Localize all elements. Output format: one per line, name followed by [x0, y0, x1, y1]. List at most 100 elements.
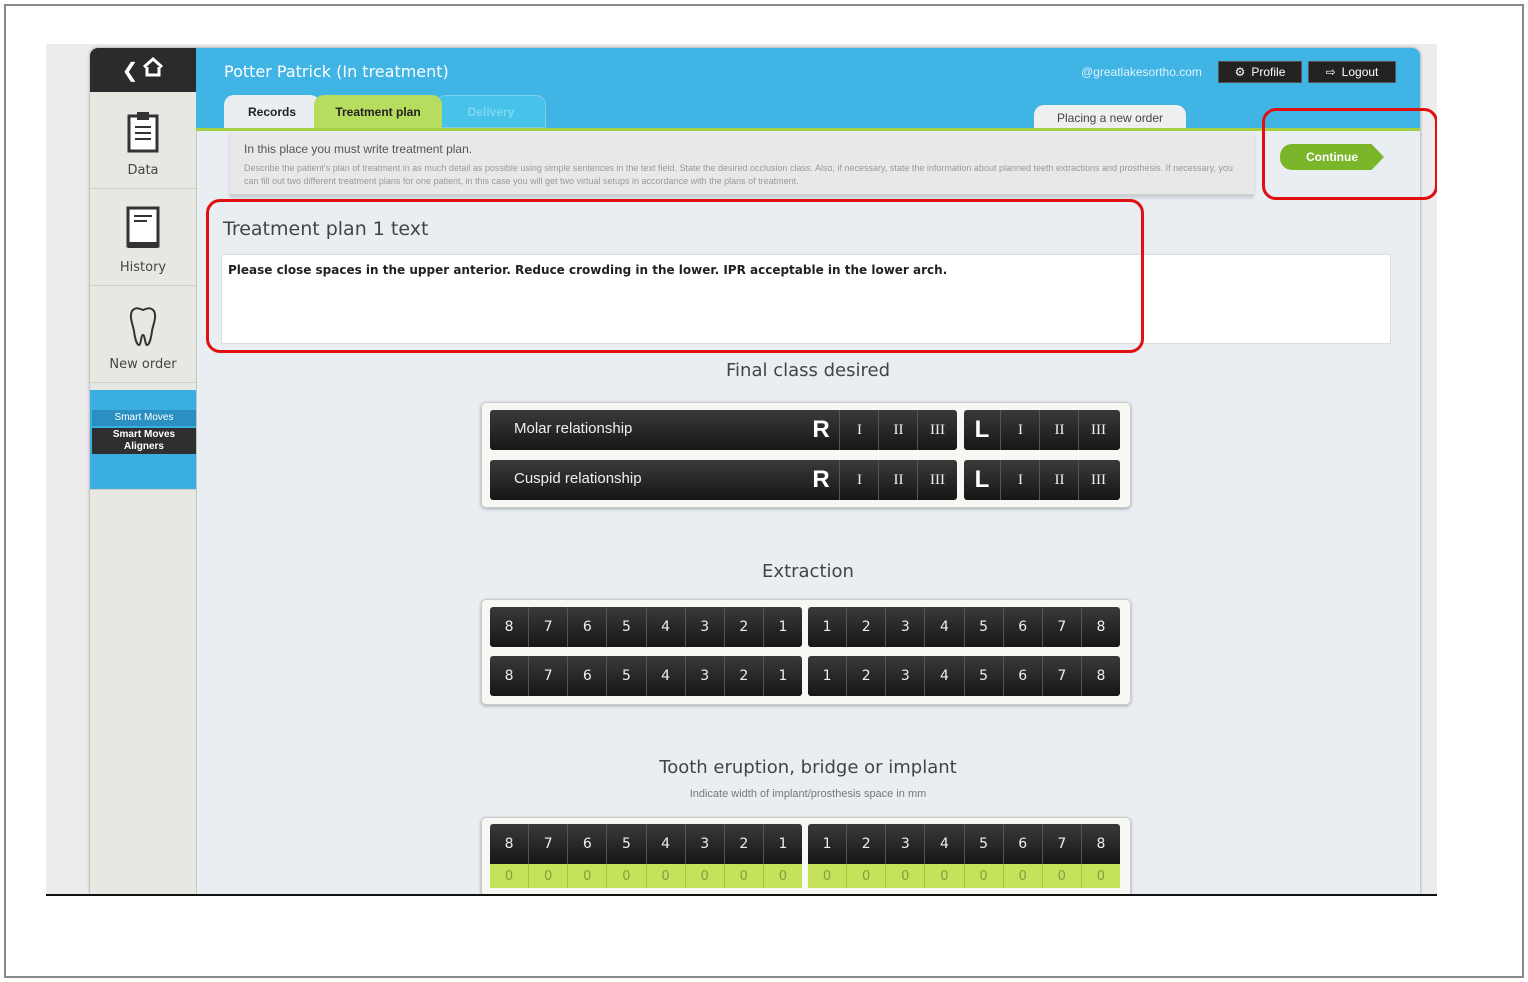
- header: Potter Patrick (In treatment) @greatlake…: [196, 48, 1420, 131]
- tooth-button[interactable]: 1: [808, 607, 846, 647]
- divider: [90, 489, 196, 490]
- width-input[interactable]: 0: [567, 864, 606, 888]
- class-option-right-ii[interactable]: II: [878, 460, 918, 500]
- tooth-button[interactable]: 6: [1002, 824, 1042, 864]
- tab-delivery[interactable]: Delivery: [436, 95, 546, 128]
- tooth-button[interactable]: 8: [490, 824, 528, 864]
- smart-moves-link[interactable]: Smart Moves: [92, 410, 196, 426]
- class-option-left-i[interactable]: I: [1000, 460, 1040, 500]
- profile-button[interactable]: ⚙ Profile: [1218, 61, 1302, 83]
- class-option-left-ii[interactable]: II: [1039, 460, 1079, 500]
- tooth-button[interactable]: 6: [567, 824, 606, 864]
- width-input[interactable]: 0: [528, 864, 567, 888]
- sidebar-item-data[interactable]: Data: [90, 92, 196, 189]
- tooth-button[interactable]: 2: [846, 824, 885, 864]
- tooth-button[interactable]: 1: [808, 656, 846, 696]
- tooth-button[interactable]: 4: [645, 656, 685, 696]
- class-option-right-i[interactable]: I: [839, 410, 879, 450]
- logout-button[interactable]: ⇨ Logout: [1308, 61, 1396, 83]
- width-input[interactable]: 0: [963, 864, 1003, 888]
- tooth-button[interactable]: 6: [567, 607, 606, 647]
- tooth-button[interactable]: 2: [723, 824, 763, 864]
- tooth-button[interactable]: 6: [567, 656, 606, 696]
- tooth-button[interactable]: 8: [1080, 824, 1120, 864]
- sidebar-item-history[interactable]: History: [90, 189, 196, 286]
- relationship-label: Molar relationship: [514, 420, 633, 437]
- tooth-button[interactable]: 8: [490, 656, 528, 696]
- width-input[interactable]: 0: [1080, 864, 1120, 888]
- tooth-button[interactable]: 3: [885, 824, 924, 864]
- tooth-button[interactable]: 3: [684, 656, 724, 696]
- home-icon: [142, 56, 164, 83]
- width-input[interactable]: 0: [1002, 864, 1042, 888]
- highlight-continue: [1262, 108, 1437, 200]
- class-option-left-i[interactable]: I: [1000, 410, 1040, 450]
- tooth-button[interactable]: 7: [528, 607, 567, 647]
- tooth-button[interactable]: 5: [606, 824, 645, 864]
- tooth-button[interactable]: 5: [963, 656, 1003, 696]
- tooth-button[interactable]: 4: [645, 824, 685, 864]
- tab-treatment-plan[interactable]: Treatment plan: [314, 95, 442, 128]
- tooth-button[interactable]: 3: [885, 607, 924, 647]
- order-link[interactable]: Order SNQWQ: [90, 460, 196, 474]
- upper-teeth-row: 87654321 12345678: [490, 607, 1120, 647]
- width-input[interactable]: 0: [808, 864, 846, 888]
- width-input[interactable]: 0: [846, 864, 885, 888]
- tooth-button[interactable]: 7: [1041, 607, 1081, 647]
- tooth-button[interactable]: 6: [1002, 656, 1042, 696]
- tooth-button[interactable]: 2: [723, 656, 763, 696]
- class-option-right-iii[interactable]: III: [917, 460, 957, 500]
- tooth-button[interactable]: 1: [762, 607, 802, 647]
- width-input[interactable]: 0: [762, 864, 802, 888]
- left-side-bar: L I II III: [964, 460, 1120, 500]
- tooth-button[interactable]: 7: [528, 656, 567, 696]
- right-side-label: R: [812, 466, 830, 493]
- tooth-button[interactable]: 3: [885, 656, 924, 696]
- sidebar-item-label: History: [119, 260, 167, 275]
- class-option-right-iii[interactable]: III: [917, 410, 957, 450]
- width-input[interactable]: 0: [1041, 864, 1081, 888]
- tooth-button[interactable]: 1: [762, 824, 802, 864]
- tooth-button[interactable]: 5: [606, 656, 645, 696]
- tooth-button[interactable]: 5: [963, 824, 1003, 864]
- tooth-button[interactable]: 7: [1041, 656, 1081, 696]
- tooth-button[interactable]: 6: [1002, 607, 1042, 647]
- tooth-button[interactable]: 3: [684, 607, 724, 647]
- gear-icon: ⚙: [1234, 65, 1246, 79]
- tooth-button[interactable]: 3: [684, 824, 724, 864]
- smart-moves-aligners-link[interactable]: Smart Moves Aligners: [92, 428, 196, 454]
- width-input[interactable]: 0: [684, 864, 724, 888]
- tooth-button[interactable]: 4: [924, 824, 963, 864]
- width-input[interactable]: 0: [924, 864, 963, 888]
- class-option-right-i[interactable]: I: [839, 460, 879, 500]
- tooth-button[interactable]: 2: [723, 607, 763, 647]
- width-input[interactable]: 0: [490, 864, 528, 888]
- tooth-button[interactable]: 4: [645, 607, 685, 647]
- class-option-left-ii[interactable]: II: [1039, 410, 1079, 450]
- tooth-button[interactable]: 8: [490, 607, 528, 647]
- class-option-right-ii[interactable]: II: [878, 410, 918, 450]
- book-icon: [126, 206, 160, 248]
- tab-records[interactable]: Records: [224, 95, 320, 128]
- class-option-left-iii[interactable]: III: [1078, 460, 1118, 500]
- tooth-button[interactable]: 7: [528, 824, 567, 864]
- tooth-button[interactable]: 1: [808, 824, 846, 864]
- tooth-button[interactable]: 5: [606, 607, 645, 647]
- tooth-button[interactable]: 8: [1080, 656, 1120, 696]
- tooth-button[interactable]: 8: [1080, 607, 1120, 647]
- width-input[interactable]: 0: [606, 864, 645, 888]
- sidebar-item-new-order[interactable]: New order: [90, 286, 196, 383]
- back-home-button[interactable]: ❮: [90, 48, 196, 92]
- tooth-button[interactable]: 7: [1041, 824, 1081, 864]
- width-input[interactable]: 0: [723, 864, 763, 888]
- tooth-button[interactable]: 2: [846, 656, 885, 696]
- tooth-button[interactable]: 1: [762, 656, 802, 696]
- tooth-button[interactable]: 4: [924, 656, 963, 696]
- width-input[interactable]: 0: [645, 864, 685, 888]
- tooth-button[interactable]: 5: [963, 607, 1003, 647]
- class-option-left-iii[interactable]: III: [1078, 410, 1118, 450]
- width-input[interactable]: 0: [885, 864, 924, 888]
- tooth-button[interactable]: 4: [924, 607, 963, 647]
- logout-label: Logout: [1341, 65, 1379, 79]
- tooth-button[interactable]: 2: [846, 607, 885, 647]
